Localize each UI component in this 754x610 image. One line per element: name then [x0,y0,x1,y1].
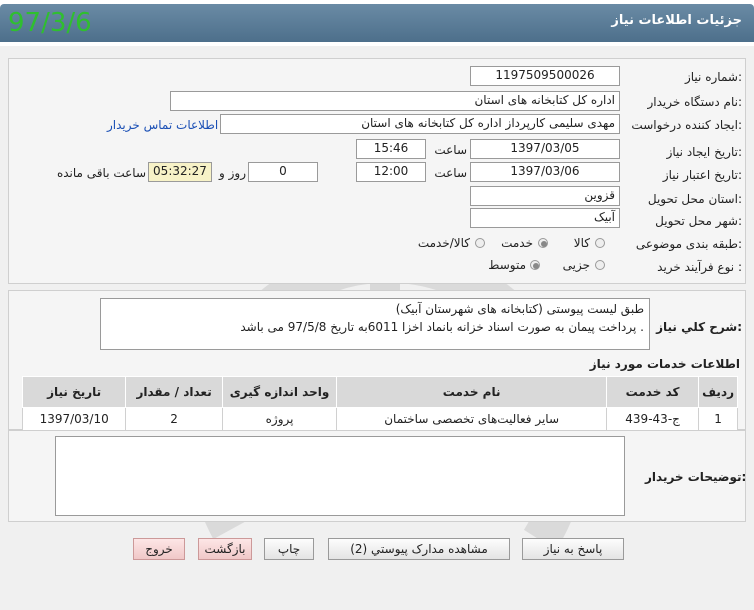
description-line-1: طبق لیست پیوستی (کتابخانه های شهرستان آب… [395,302,644,316]
cell-unit: پروژه [221,407,338,431]
column-header-service-code: کد خدمت [606,376,700,408]
cell-row-number: 1 [698,407,738,431]
cell-service-code: ج-43-439 [606,407,700,431]
category-option-goods: کالا [573,236,590,250]
category-radio-goods[interactable] [595,238,605,248]
purchase-type-option-medium: متوسط [488,258,526,272]
valid-time-label: ساعت [434,166,467,180]
services-table: رديف کد خدمت نام خدمت واحد اندازه گيری ت… [21,376,738,431]
category-option-goods-service: کالا/خدمت [417,236,470,250]
page-title: جزئیات اطلاعات نیاز [611,13,742,28]
buyer-contact-link[interactable]: اطلاعات تماس خریدار [107,118,218,132]
valid-time-field: 12:00 [356,162,426,182]
cell-service-name: سایر فعالیت‌های تخصصی ساختمان [336,407,608,431]
created-date-field: 1397/03/05 [470,139,620,159]
cell-quantity: 2 [125,407,223,431]
requester-field: مهدی سلیمی کارپرداز اداره کل کتابخانه ها… [220,114,620,134]
column-header-service-name: نام خدمت [336,376,608,408]
print-button[interactable]: چاپ [264,538,314,560]
reply-button[interactable]: پاسخ به نياز [522,538,624,560]
days-label: روز و [219,166,246,180]
services-title: اطلاعات خدمات مورد نياز [589,357,740,371]
cell-need-date: 1397/03/10 [21,407,127,431]
services-header-row: رديف کد خدمت نام خدمت واحد اندازه گيری ت… [21,376,738,408]
requester-label: ایجاد کننده درخواست: [631,118,742,132]
valid-date-label: تاریخ اعتبار نیاز: [662,168,742,182]
exit-button[interactable]: خروج [133,538,185,560]
column-header-row-number: رديف [698,376,738,408]
remaining-label: ساعت باقی مانده [56,166,146,180]
valid-date-field: 1397/03/06 [470,162,620,182]
province-label: استان محل تحویل: [647,192,742,206]
column-header-quantity: تعداد / مقدار [125,376,223,408]
province-field: قزوین [470,186,620,206]
category-radio-goods-service[interactable] [475,238,485,248]
category-option-service: خدمت [501,236,533,250]
buyer-notes-field [55,436,625,516]
need-number-label: شماره نیاز: [684,70,742,84]
purchase-type-label: نوع فرآیند خرید : [657,260,742,274]
date-stamp: 97/3/6 [8,8,92,38]
buyer-notes-label: توضيحات خريدار: [645,470,746,484]
purchase-type-radio-minor[interactable] [595,260,605,270]
title-bar: جزئیات اطلاعات نیاز [0,0,754,46]
view-attachments-button[interactable]: مشاهده مدارک پيوستي (2) [328,538,510,560]
table-row: 1 ج-43-439 سایر فعالیت‌های تخصصی ساختمان… [21,407,738,431]
city-field: آبیک [470,208,620,228]
back-button[interactable]: بازگشت [198,538,252,560]
description-line-2: پرداخت پیمان به صورت اسناد خزانه بانماد … [240,320,644,334]
created-time-field: 15:46 [356,139,426,159]
buyer-org-field: اداره کل کتابخانه های استان [170,91,620,111]
services-table-wrapper: رديف کد خدمت نام خدمت واحد اندازه گيری ت… [21,376,738,431]
category-radio-service[interactable] [538,238,548,248]
remaining-time-field: 05:32:27 [148,162,212,182]
purchase-type-option-minor: جزیی [562,258,590,272]
created-date-label: تاریخ ایجاد نیاز: [666,145,742,159]
created-time-label: ساعت [434,143,467,157]
column-header-need-date: تاريخ نياز [21,376,127,408]
buyer-org-label: نام دستگاه خریدار: [647,95,743,109]
need-number-field: 1197509500026 [470,66,620,86]
description-label: شرح کلي نياز: [656,320,742,334]
remaining-days-field: 0 [248,162,318,182]
purchase-type-radio-medium[interactable] [530,260,540,270]
city-label: شهر محل تحویل: [655,214,742,228]
category-label: طبقه بندی موضوعی: [635,237,742,251]
column-header-unit: واحد اندازه گيری [221,376,338,408]
